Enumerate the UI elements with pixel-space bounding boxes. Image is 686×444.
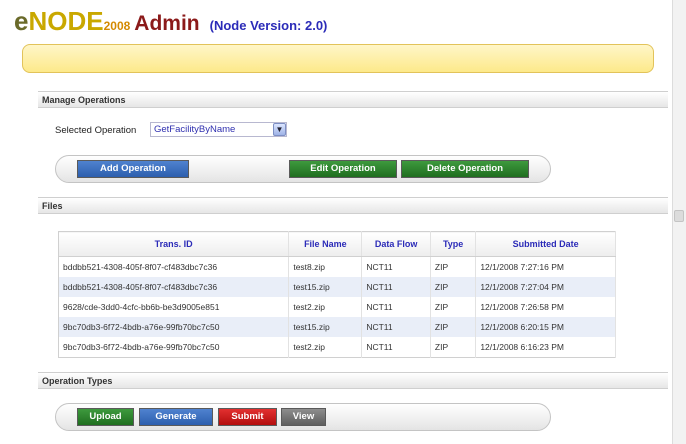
manage-operations-header: Manage Operations (38, 91, 668, 108)
table-header-row: Trans. ID File Name Data Flow Type Submi… (58, 231, 616, 257)
app-logo: eNODE2008 Admin (Node Version: 2.0) (14, 6, 328, 36)
submit-button[interactable]: Submit (218, 408, 277, 426)
message-banner (22, 44, 654, 73)
table-row[interactable]: bddbb521-4308-405f-8f07-cf483dbc7c36 tes… (58, 256, 616, 277)
scrollbar-thumb[interactable] (674, 210, 684, 222)
column-header-data-flow[interactable]: Data Flow (361, 231, 431, 257)
files-table: Trans. ID File Name Data Flow Type Submi… (58, 231, 616, 358)
cell-data-flow: NCT11 (361, 337, 431, 358)
table-row[interactable]: 9bc70db3-6f72-4bdb-a76e-99fb70bc7c50 tes… (58, 317, 616, 337)
cell-file-name: test15.zip (288, 277, 363, 297)
column-header-trans-id[interactable]: Trans. ID (58, 231, 290, 257)
cell-type: ZIP (430, 337, 477, 358)
selected-operation-label: Selected Operation (55, 125, 137, 136)
cell-submitted-date: 12/1/2008 7:26:58 PM (475, 297, 616, 317)
operation-select[interactable]: GetFacilityByName (150, 122, 287, 137)
cell-data-flow: NCT11 (361, 256, 431, 277)
cell-type: ZIP (430, 317, 477, 337)
add-operation-button[interactable]: Add Operation (77, 160, 189, 178)
generate-button[interactable]: Generate (139, 408, 213, 426)
table-row[interactable]: bddbb521-4308-405f-8f07-cf483dbc7c36 tes… (58, 277, 616, 297)
cell-type: ZIP (430, 297, 477, 317)
column-header-submitted-date[interactable]: Submitted Date (475, 231, 616, 257)
logo-year: 2008 (103, 19, 131, 33)
edit-operation-button[interactable]: Edit Operation (289, 160, 397, 178)
cell-submitted-date: 12/1/2008 6:16:23 PM (475, 337, 616, 358)
logo-admin: Admin (134, 12, 200, 35)
cell-trans-id: 9bc70db3-6f72-4bdb-a76e-99fb70bc7c50 (58, 317, 290, 337)
logo-e: e (14, 6, 29, 36)
vertical-scrollbar[interactable] (672, 0, 686, 444)
operation-types-header: Operation Types (38, 372, 668, 389)
cell-data-flow: NCT11 (361, 317, 431, 337)
cell-trans-id: 9bc70db3-6f72-4bdb-a76e-99fb70bc7c50 (58, 337, 290, 358)
cell-file-name: test2.zip (288, 297, 363, 317)
logo-node: NODE (28, 6, 104, 36)
cell-trans-id: bddbb521-4308-405f-8f07-cf483dbc7c36 (58, 256, 290, 277)
node-version: (Node Version: 2.0) (209, 18, 328, 33)
table-row[interactable]: 9628/cde-3dd0-4cfc-bb6b-be3d9005e851 tes… (58, 297, 616, 317)
table-row[interactable]: 9bc70db3-6f72-4bdb-a76e-99fb70bc7c50 tes… (58, 337, 616, 358)
cell-data-flow: NCT11 (361, 297, 431, 317)
cell-trans-id: 9628/cde-3dd0-4cfc-bb6b-be3d9005e851 (58, 297, 290, 317)
cell-submitted-date: 12/1/2008 7:27:04 PM (475, 277, 616, 297)
cell-file-name: test2.zip (288, 337, 363, 358)
view-button[interactable]: View (281, 408, 326, 426)
chevron-down-icon[interactable]: ▼ (273, 123, 286, 136)
column-header-type[interactable]: Type (430, 231, 477, 257)
cell-submitted-date: 12/1/2008 7:27:16 PM (475, 256, 616, 277)
cell-trans-id: bddbb521-4308-405f-8f07-cf483dbc7c36 (58, 277, 290, 297)
cell-type: ZIP (430, 256, 477, 277)
cell-data-flow: NCT11 (361, 277, 431, 297)
files-header: Files (38, 197, 668, 214)
upload-button[interactable]: Upload (77, 408, 134, 426)
cell-type: ZIP (430, 277, 477, 297)
cell-file-name: test15.zip (288, 317, 363, 337)
cell-submitted-date: 12/1/2008 6:20:15 PM (475, 317, 616, 337)
cell-file-name: test8.zip (288, 256, 363, 277)
delete-operation-button[interactable]: Delete Operation (401, 160, 529, 178)
column-header-file-name[interactable]: File Name (288, 231, 363, 257)
